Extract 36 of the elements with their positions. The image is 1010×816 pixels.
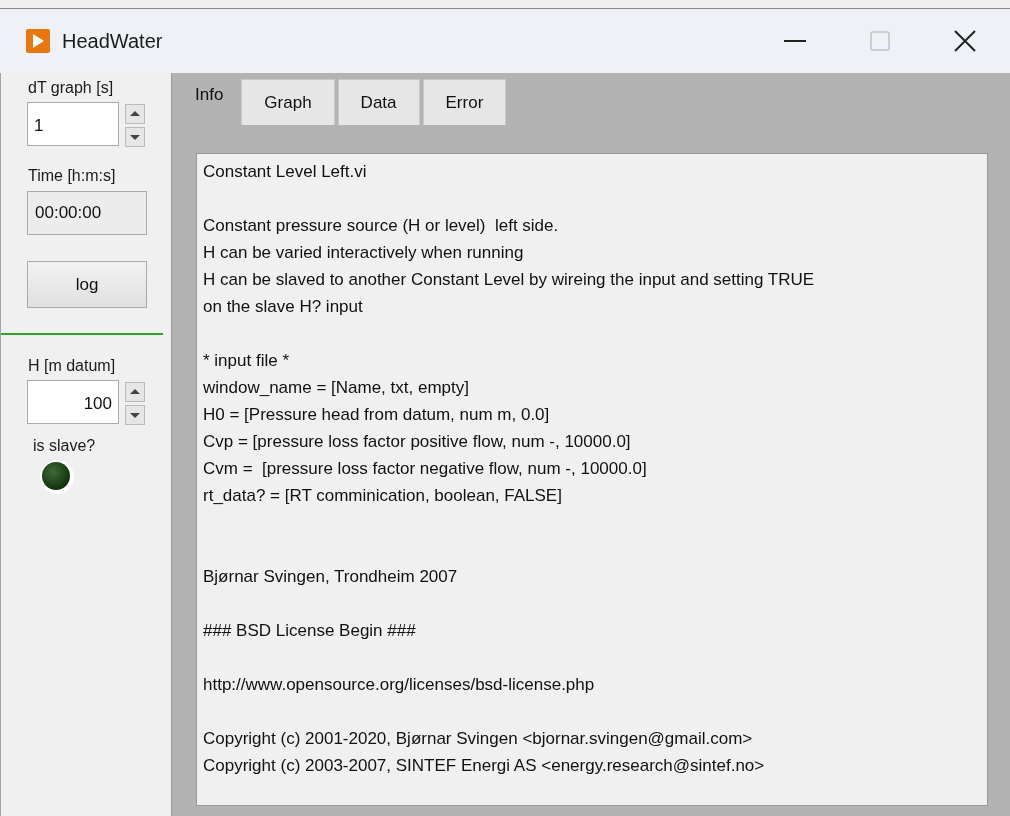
log-button[interactable]: log (27, 261, 147, 308)
h-field[interactable]: 100 (27, 380, 119, 424)
info-line: H can be slaved to another Constant Level by wireing the input and setting TRUE (203, 269, 816, 291)
decrement-icon[interactable] (125, 405, 145, 425)
info-line: Copyright (c) 2001-2020, Bjørnar Svingen <bjornar.svingen@gmail.com> (203, 728, 754, 750)
tab[interactable]: Graph (241, 79, 335, 125)
info-line: on the slave H? input (203, 296, 364, 318)
field-label: dT graph [s] (28, 79, 114, 97)
dt-graph-field[interactable]: 1 (27, 102, 119, 146)
window-title: HeadWater (62, 29, 163, 53)
time-display: 00:00:00 (27, 191, 147, 235)
info-line: rt_data? = [RT comminication, boolean, FALSE] (203, 485, 563, 507)
field-label: H [m datum] (28, 357, 116, 375)
led-label: is slave? (33, 437, 96, 455)
info-line: http://www.opensource.org/licenses/bsd-license.php (203, 674, 596, 696)
info-line: ### BSD License Begin ### (203, 620, 417, 642)
info-line: Constant Level Left.vi (203, 161, 368, 183)
decrement-icon[interactable] (125, 127, 145, 147)
tab[interactable]: Error (422, 79, 507, 125)
info-line: Constant pressure source (H or level) left side. (203, 215, 560, 237)
increment-icon[interactable] (125, 382, 145, 402)
info-line: Bjørnar Svingen, Trondheim 2007 (203, 566, 459, 588)
app-logo-icon (26, 29, 50, 53)
minimize-icon[interactable] (784, 39, 806, 43)
increment-icon[interactable] (125, 104, 145, 124)
close-icon[interactable] (954, 30, 976, 52)
info-line: * input file * (203, 350, 290, 372)
tab[interactable]: Data (337, 79, 420, 125)
info-line: Cvm = [pressure loss factor negative flow, num -, 10000.0] (203, 458, 648, 480)
field-label: Time [h:m:s] (28, 167, 116, 185)
info-line: H0 = [Pressure head from datum, num m, 0.0] (203, 404, 551, 426)
info-line: Cvp = [pressure loss factor positive flow, num -, 10000.0] (203, 431, 632, 453)
info-line: Copyright (c) 2003-2007, SINTEF Energi AS <energy.research@sintef.no> (203, 755, 766, 777)
led-indicator[interactable] (39, 459, 75, 495)
info-line: H can be varied interactively when running (203, 242, 525, 264)
info-line: window_name = [Name, txt, empty] (203, 377, 470, 399)
